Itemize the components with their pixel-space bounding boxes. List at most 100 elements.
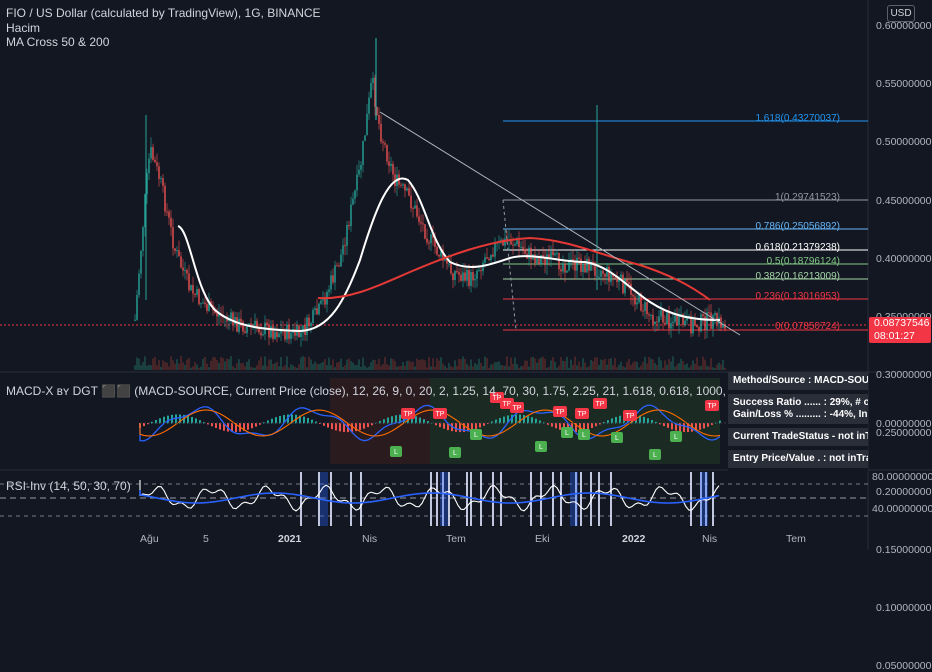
volume-bar xyxy=(444,365,446,370)
candle-body xyxy=(346,224,348,246)
candle-body xyxy=(138,273,140,295)
volume-bar xyxy=(630,365,632,370)
volume-bar xyxy=(234,367,236,370)
candle-body xyxy=(168,211,170,218)
volume-bar xyxy=(548,367,550,370)
volume-bar xyxy=(642,361,644,370)
rsi-legend[interactable]: RSI-Inv (14, 50, 30, 70) xyxy=(6,479,131,493)
volume-bar xyxy=(314,361,316,370)
volume-bar xyxy=(446,367,448,370)
time-axis-label: Ağu xyxy=(140,533,159,545)
volume-bar xyxy=(590,359,592,370)
candle-body xyxy=(344,245,346,247)
volume-bar xyxy=(160,366,162,370)
candle-body xyxy=(672,321,674,324)
volume-bar xyxy=(440,357,442,370)
volume-bar xyxy=(186,359,188,370)
volume-bar xyxy=(626,361,628,370)
volume-bar xyxy=(364,365,366,370)
volume-bar xyxy=(434,366,436,370)
volume-bar xyxy=(658,356,660,370)
volume-bar xyxy=(676,364,678,370)
volume-bar xyxy=(668,359,670,370)
macd-legend[interactable]: MACD-X ʙʏ DGT ⬛⬛ (MACD-SOURCE, Current P… xyxy=(6,384,753,398)
candle-body xyxy=(458,272,460,275)
candle-body xyxy=(488,258,490,261)
macd-histogram-bar xyxy=(503,416,505,424)
volume-bar xyxy=(162,360,164,370)
symbol-legend[interactable]: FIO / US Dollar (calculated by TradingVi… xyxy=(6,6,321,20)
rsi-axis-80: 80.00000000 xyxy=(872,471,932,483)
macd-histogram-bar xyxy=(327,423,329,428)
candle-body xyxy=(328,289,330,292)
volume-bar xyxy=(300,357,302,370)
fib-level-label: 0.5(0.18796124) xyxy=(766,256,840,267)
candle-body xyxy=(262,334,264,336)
volume-bar xyxy=(716,364,718,370)
candle-body xyxy=(544,257,546,266)
candle-body xyxy=(268,325,270,338)
price-axis-label: 0.45000000 xyxy=(876,194,932,207)
macd-histogram-bar xyxy=(331,423,333,430)
candle-body xyxy=(514,244,516,246)
time-axis-label: Nis xyxy=(702,533,718,545)
macd-histogram-bar xyxy=(527,415,529,424)
l-signal-label: L xyxy=(565,430,569,437)
volume-bar xyxy=(628,358,630,370)
panel-method: Method/Source : MACD-SOURCE / xyxy=(728,372,868,394)
candle-body xyxy=(474,278,476,281)
volume-bar xyxy=(284,365,286,370)
volume-bar xyxy=(468,366,470,370)
candle-body xyxy=(184,269,186,271)
volume-bar xyxy=(214,357,216,370)
volume-bar xyxy=(474,362,476,370)
candle-body xyxy=(164,185,166,212)
volume-bar xyxy=(544,358,546,370)
l-signal-label: L xyxy=(394,449,398,456)
volume-bar xyxy=(412,361,414,370)
volume-bar xyxy=(708,366,710,370)
candle-body xyxy=(412,208,414,210)
candle-body xyxy=(580,258,582,273)
volume-bar xyxy=(376,364,378,370)
candle-body xyxy=(456,271,458,273)
volume-bar xyxy=(718,362,720,370)
macd-histogram-bar xyxy=(699,423,701,430)
candle-body xyxy=(464,272,466,281)
volume-bar xyxy=(182,362,184,370)
volume-bar xyxy=(480,362,482,370)
macd-histogram-bar xyxy=(671,423,673,430)
volume-bar xyxy=(702,356,704,370)
volume-bar xyxy=(674,366,676,370)
volume-bar xyxy=(356,365,358,370)
candle-body xyxy=(300,332,302,337)
macd-histogram-bar xyxy=(363,423,365,429)
panel-status: Current TradeStatus - not inTrade xyxy=(728,428,868,450)
rsi-highlight-bar xyxy=(500,472,502,526)
volume-bar xyxy=(606,364,608,370)
macd-histogram-bar xyxy=(455,423,457,432)
macd-histogram-bar xyxy=(551,423,553,427)
volume-bar xyxy=(692,360,694,370)
volume-bar xyxy=(450,366,452,370)
candle-body xyxy=(708,312,710,314)
candle-body xyxy=(422,223,424,225)
volume-bar xyxy=(698,365,700,370)
ma-cross-legend[interactable]: MA Cross 50 & 200 xyxy=(6,35,109,49)
candle-body xyxy=(324,299,326,305)
candle-body xyxy=(516,240,518,245)
candle-body xyxy=(630,283,632,295)
volume-bar xyxy=(564,361,566,370)
volume-legend[interactable]: Hacim xyxy=(6,21,40,35)
volume-bar xyxy=(614,358,616,370)
volume-bar xyxy=(326,364,328,370)
volume-bar xyxy=(598,365,600,370)
volume-bar xyxy=(528,366,530,370)
candle-body xyxy=(614,277,616,279)
tp-signal-label: TP xyxy=(596,401,605,408)
candle-body xyxy=(664,322,666,325)
volume-bar xyxy=(462,356,464,370)
candle-body xyxy=(552,251,554,256)
volume-bar xyxy=(394,360,396,370)
rsi-line xyxy=(139,480,720,512)
